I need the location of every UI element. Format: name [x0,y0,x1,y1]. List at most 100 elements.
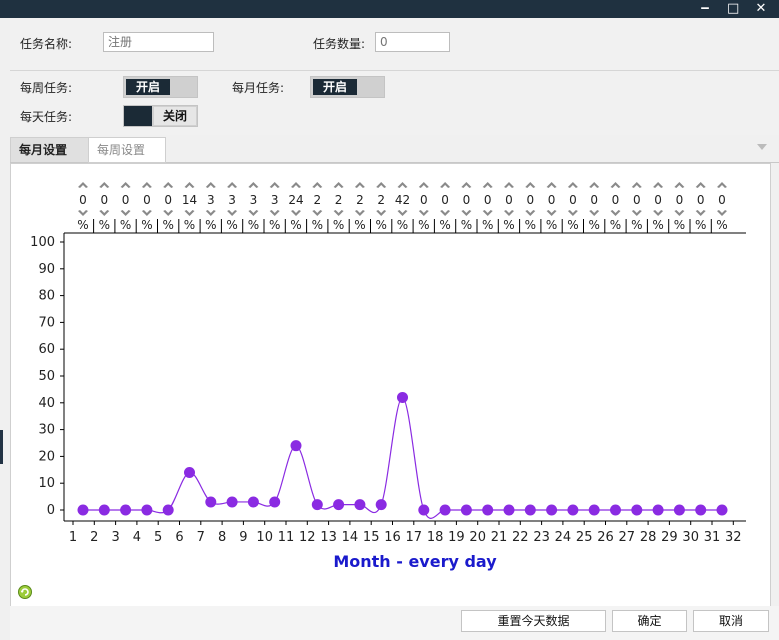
decrease-icon[interactable] [525,210,536,216]
data-point[interactable] [716,504,728,516]
decrease-icon[interactable] [333,210,344,216]
increase-icon[interactable] [631,182,642,188]
cancel-button[interactable]: 取消 [693,610,769,632]
data-point[interactable] [524,504,536,516]
data-point[interactable] [567,504,579,516]
monthly-task-toggle[interactable]: 开启 [310,76,385,98]
daily-task-toggle[interactable]: 关闭 [123,105,198,127]
increase-icon[interactable] [717,182,727,188]
data-point[interactable] [333,499,345,511]
decrease-icon[interactable] [141,210,152,216]
increase-icon[interactable] [567,182,578,188]
data-point[interactable] [290,440,302,452]
decrease-icon[interactable] [163,210,174,216]
decrease-icon[interactable] [418,210,429,216]
decrease-icon[interactable] [248,210,259,216]
data-point[interactable] [673,504,685,516]
decrease-icon[interactable] [695,210,706,216]
data-point[interactable] [439,504,451,516]
decrease-icon[interactable] [205,210,216,216]
increase-icon[interactable] [504,182,514,188]
increase-icon[interactable] [695,182,706,188]
data-point[interactable] [418,504,430,516]
increase-icon[interactable] [291,182,301,188]
data-point[interactable] [503,504,515,516]
increase-icon[interactable] [546,182,557,188]
increase-icon[interactable] [120,182,131,188]
task-name-input[interactable] [103,32,214,52]
decrease-icon[interactable] [631,210,642,216]
ok-button[interactable]: 确定 [612,610,687,632]
decrease-icon[interactable] [589,210,600,216]
increase-icon[interactable] [354,182,365,188]
decrease-icon[interactable] [717,210,727,216]
increase-icon[interactable] [99,182,110,188]
weekly-task-toggle[interactable]: 开启 [123,76,198,98]
increase-icon[interactable] [227,182,238,188]
data-point[interactable] [184,466,195,478]
data-point[interactable] [482,504,494,516]
data-point[interactable] [141,504,153,516]
refresh-icon[interactable] [17,584,33,600]
decrease-icon[interactable] [269,210,280,216]
data-point[interactable] [354,499,366,511]
data-point[interactable] [226,496,238,508]
data-point[interactable] [375,499,387,511]
decrease-icon[interactable] [78,210,88,216]
data-point[interactable] [588,504,600,516]
increase-icon[interactable] [440,182,451,188]
decrease-icon[interactable] [504,210,514,216]
data-point[interactable] [120,504,132,516]
increase-icon[interactable] [397,182,408,188]
maximize-icon[interactable]: □ [727,0,739,18]
data-point[interactable] [247,496,259,508]
data-point[interactable] [695,504,707,516]
increase-icon[interactable] [184,182,195,188]
increase-icon[interactable] [461,182,472,188]
tab-weekly-settings[interactable]: 每周设置 [88,137,166,163]
increase-icon[interactable] [589,182,600,188]
increase-icon[interactable] [674,182,685,188]
increase-icon[interactable] [269,182,280,188]
decrease-icon[interactable] [227,210,238,216]
decrease-icon[interactable] [184,210,195,216]
data-point[interactable] [98,504,110,516]
increase-icon[interactable] [418,182,429,188]
task-count-input[interactable] [375,32,450,52]
decrease-icon[interactable] [567,210,578,216]
decrease-icon[interactable] [397,210,408,216]
decrease-icon[interactable] [610,210,621,216]
increase-icon[interactable] [525,182,536,188]
increase-icon[interactable] [653,182,664,188]
decrease-icon[interactable] [461,210,472,216]
tab-monthly-settings[interactable]: 每月设置 [10,137,90,162]
data-point[interactable] [205,496,217,508]
increase-icon[interactable] [482,182,493,188]
decrease-icon[interactable] [99,210,110,216]
decrease-icon[interactable] [376,210,387,216]
decrease-icon[interactable] [291,210,301,216]
data-point[interactable] [162,504,174,516]
increase-icon[interactable] [376,182,387,188]
data-point[interactable] [460,504,472,516]
increase-icon[interactable] [333,182,344,188]
data-point[interactable] [610,504,621,516]
data-point[interactable] [397,391,408,403]
increase-icon[interactable] [141,182,152,188]
decrease-icon[interactable] [354,210,365,216]
data-point[interactable] [311,499,323,511]
minimize-icon[interactable]: ‒ [699,0,711,18]
decrease-icon[interactable] [546,210,557,216]
decrease-icon[interactable] [312,210,323,216]
increase-icon[interactable] [163,182,174,188]
decrease-icon[interactable] [440,210,451,216]
tab-dropdown-icon[interactable] [757,144,767,150]
increase-icon[interactable] [610,182,621,188]
increase-icon[interactable] [248,182,259,188]
increase-icon[interactable] [312,182,323,188]
data-point[interactable] [652,504,664,516]
decrease-icon[interactable] [482,210,493,216]
decrease-icon[interactable] [674,210,685,216]
increase-icon[interactable] [205,182,216,188]
decrease-icon[interactable] [120,210,131,216]
